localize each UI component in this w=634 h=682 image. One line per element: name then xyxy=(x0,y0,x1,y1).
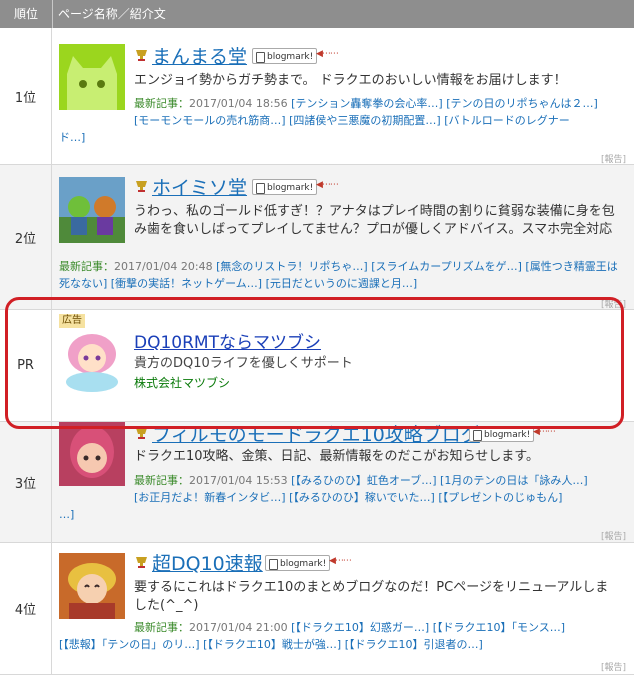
ranking-row-1: 1位 まんまる堂 blogmark! ◀⋯⋯ エンジョイ勢からガチ勢まで。 ドラ… xyxy=(0,28,634,165)
article-link[interactable]: [テンション轟奪拳の会心率…] xyxy=(291,97,443,110)
blog-title-link[interactable]: ホイミソ堂 xyxy=(152,173,247,200)
article-link[interactable]: [1月のテンの日は「詠み人…] xyxy=(440,474,588,487)
arrow-icon: ◀⋯⋯ xyxy=(316,49,339,59)
recent-label: 最新記事： xyxy=(59,260,114,273)
blog-thumbnail[interactable] xyxy=(59,553,125,619)
article-link[interactable]: [モーモンモールの売れ筋商…] xyxy=(134,114,286,127)
article-link[interactable]: [【ドラクエ10】幻惑ガー…] xyxy=(291,621,429,634)
report-link[interactable]: [報告] xyxy=(601,660,626,673)
article-link[interactable]: [【ドラクエ10】戦士が強…] xyxy=(203,638,341,651)
blog-thumbnail[interactable] xyxy=(59,177,125,243)
recent-articles: 最新記事：2017/01/04 21:00 [【ドラクエ10】幻惑ガー…] [【… xyxy=(134,619,614,636)
recent-articles-overflow: ド…] xyxy=(59,129,85,146)
blog-title-link[interactable]: まんまる堂 xyxy=(152,42,247,69)
pr-highlight-frame xyxy=(5,297,624,429)
blog-description: うわっ、私のゴールド低すぎ！？アナタはプレイ時間の割りに貧弱な装備に身を包み歯を… xyxy=(134,204,615,237)
name-column-header: ページ名称／紹介文 xyxy=(58,7,166,21)
ranking-row-4: 4位 超DQ10速報 blogmark! ◀⋯⋯ 要するにこれはドラクエ10のま… xyxy=(0,543,634,675)
blogmark-button[interactable]: blogmark! xyxy=(252,179,318,195)
trophy-icon xyxy=(136,557,147,568)
article-link[interactable]: [【ドラクエ10】引退者の…] xyxy=(345,638,483,651)
blogmark-button[interactable]: blogmark! xyxy=(265,555,331,571)
recent-articles: 最新記事：2017/01/04 15:53 [【みるひのひ】虹色オーブ…] [1… xyxy=(134,472,614,506)
trophy-icon xyxy=(136,50,147,61)
article-link[interactable]: [無念のリストラ！リポちゃ…] xyxy=(216,260,368,273)
article-link[interactable]: …] xyxy=(59,508,74,521)
rank-label: 2位 xyxy=(0,165,52,309)
blog-description: エンジョイ勢からガチ勢まで。 ドラクエのおいしい情報をお届けします！ xyxy=(134,73,567,88)
article-link[interactable]: [【みるひのひ】虹色オーブ…] xyxy=(291,474,436,487)
blog-thumbnail[interactable] xyxy=(59,44,125,110)
recent-articles-overflow: …] xyxy=(59,506,74,523)
report-link[interactable]: [報告] xyxy=(601,529,626,542)
recent-articles: 最新記事：2017/01/04 18:56 [テンション轟奪拳の会心率…] [テ… xyxy=(134,95,614,129)
recent-label: 最新記事： xyxy=(134,621,189,634)
article-link[interactable]: [テンの日のリポちゃんは２…] xyxy=(446,97,598,110)
rank-label: 1位 xyxy=(0,28,52,164)
article-link[interactable]: [スライムカープリズムをゲ…] xyxy=(371,260,522,273)
article-link[interactable]: [【みるひのひ】稼いでいた…] xyxy=(289,491,435,504)
rank-column-header: 順位 xyxy=(0,0,53,28)
article-link[interactable]: [【プレゼントのじゅもん] xyxy=(438,491,562,504)
ranking-row-3: 3位 フィルモのモードラクエ10攻略ブログ blogmark! ◀⋯⋯ ドラクエ… xyxy=(0,422,634,543)
arrow-icon: ◀⋯⋯ xyxy=(316,180,339,190)
recent-date: 2017/01/04 15:53 xyxy=(189,474,288,487)
trophy-icon xyxy=(136,181,147,192)
article-link[interactable]: [衝撃の実話！ネットゲーム…] xyxy=(111,277,262,290)
table-header: 順位 ページ名称／紹介文 xyxy=(0,0,634,28)
report-link[interactable]: [報告] xyxy=(601,152,626,165)
recent-label: 最新記事： xyxy=(134,97,189,110)
recent-articles-line2: [【悲報】「テンの日」のリ…] [【ドラクエ10】戦士が強…] [【ドラクエ10… xyxy=(59,636,619,653)
article-link[interactable]: [お正月だよ！新春インタビ…] xyxy=(134,491,286,504)
recent-date: 2017/01/04 21:00 xyxy=(189,621,288,634)
blog-description: ドラクエ10攻略、金策、日記、最新情報をのだこがお知らせします。 xyxy=(134,449,539,464)
recent-date: 2017/01/04 20:48 xyxy=(114,260,213,273)
article-link[interactable]: [バトルロードのレグナー xyxy=(444,114,570,127)
recent-label: 最新記事： xyxy=(134,474,189,487)
article-link[interactable]: [【悲報】「テンの日」のリ…] xyxy=(59,638,200,651)
blogmark-button[interactable]: blogmark! xyxy=(252,48,318,64)
blog-thumbnail[interactable] xyxy=(59,422,125,486)
blog-title-link[interactable]: 超DQ10速報 xyxy=(152,549,263,576)
rank-label: 4位 xyxy=(0,543,52,674)
article-link[interactable]: [元日だというのに週課と月…] xyxy=(266,277,418,290)
blog-description: 要するにこれはドラクエ10のまとめブログなのだ！PCページをリニューアルしました… xyxy=(134,580,609,613)
article-link[interactable]: [【ドラクエ10】「モンス…] xyxy=(433,621,565,634)
arrow-icon: ◀⋯⋯ xyxy=(329,556,352,566)
rank-label: 3位 xyxy=(0,422,52,542)
ranking-row-2: 2位 ホイミソ堂 blogmark! ◀⋯⋯ うわっ、私のゴールド低すぎ！？アナ… xyxy=(0,165,634,310)
recent-date: 2017/01/04 18:56 xyxy=(189,97,288,110)
article-link[interactable]: ド…] xyxy=(59,131,85,144)
recent-articles: 最新記事：2017/01/04 20:48 [無念のリストラ！リポちゃ…] [ス… xyxy=(59,258,619,292)
article-link[interactable]: [四諸侯や三悪魔の初期配置…] xyxy=(289,114,441,127)
